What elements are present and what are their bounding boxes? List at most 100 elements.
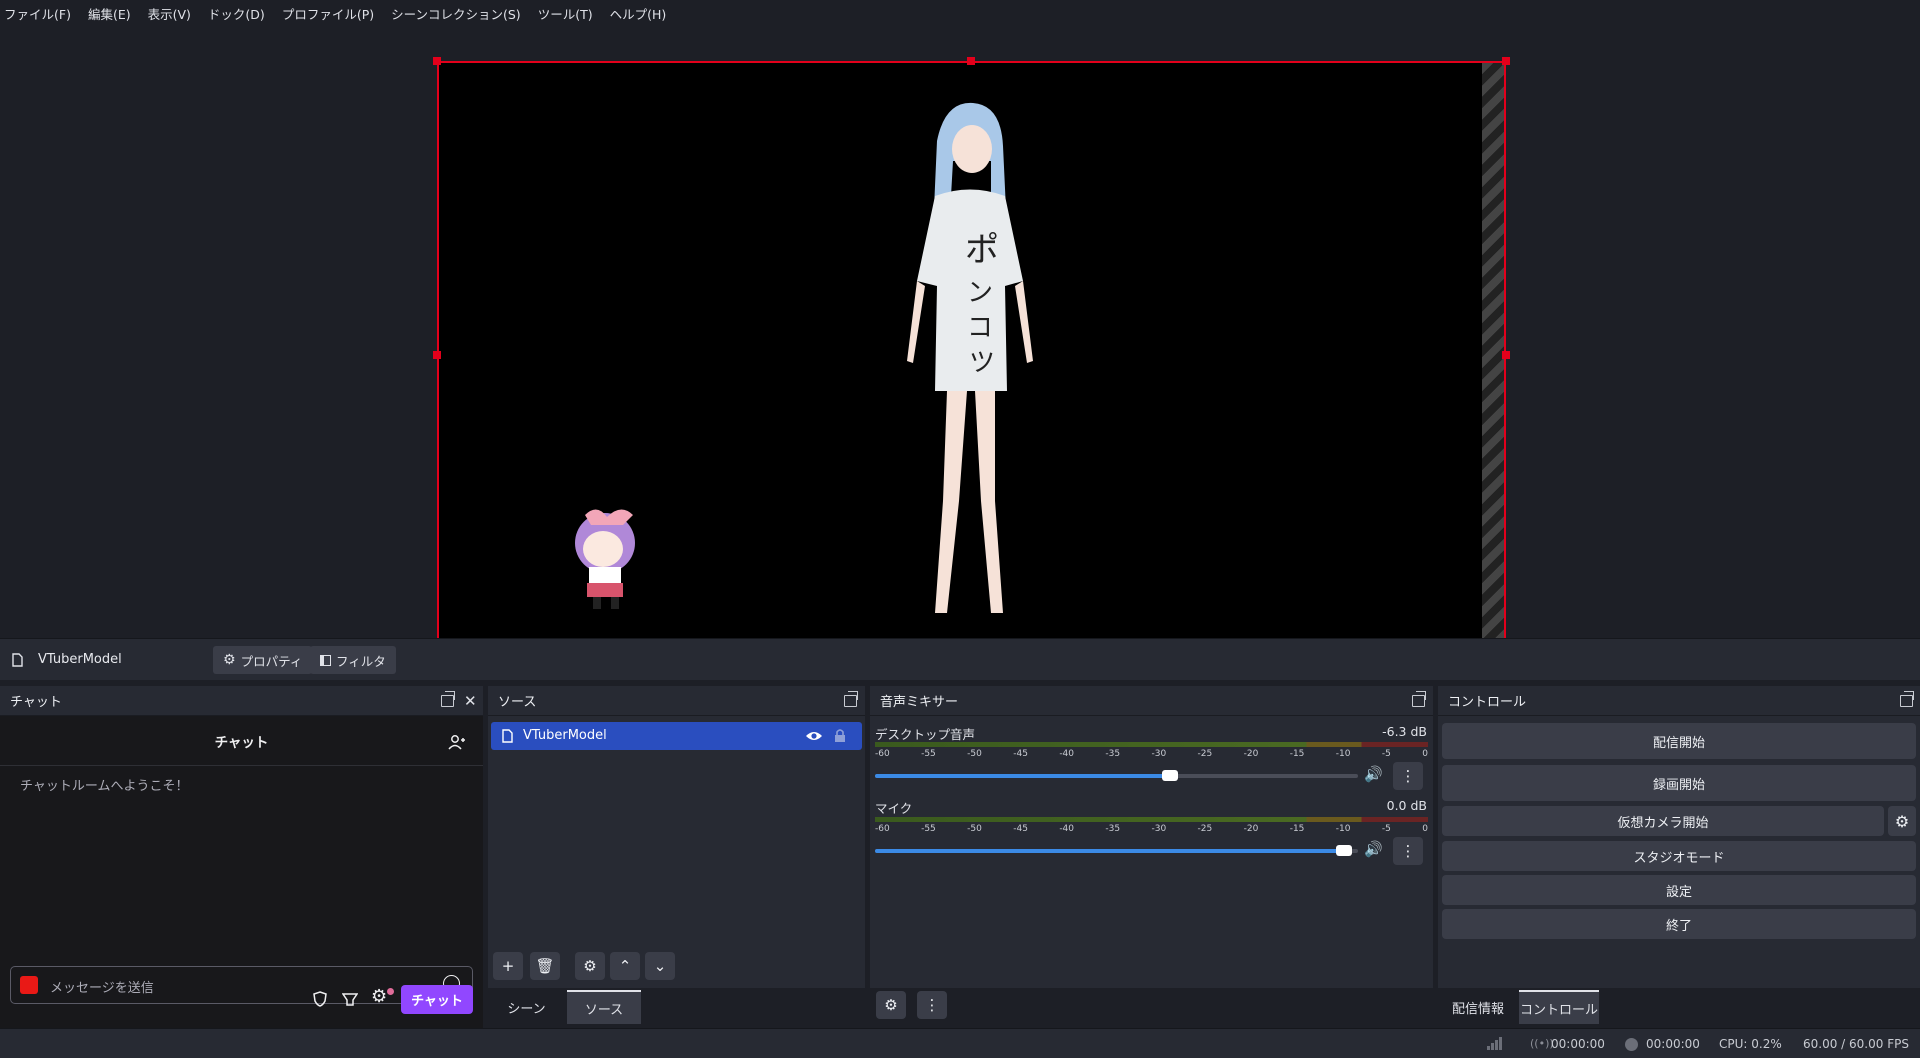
mic-volume-slider[interactable] [875, 845, 1358, 856]
resize-handle-tr[interactable] [1502, 57, 1510, 65]
desktop-audio-ticks: -60 -55 -50 -45 -40 -35 -30 -25 -20 -15 -10 -5 0 [875, 749, 1428, 759]
sources-dock: ソース VTuberModel + 🗑 ⚙ ⌃ ⌄ シーン ソース [488, 686, 865, 1028]
notification-dot [387, 988, 394, 995]
eye-icon[interactable] [805, 730, 823, 742]
desktop-audio-knob[interactable] [1161, 770, 1178, 781]
mixer-footer [870, 988, 1433, 1028]
menu-view[interactable]: 表示(V) [148, 4, 191, 23]
mic-menu-button[interactable]: ⋮ [1393, 837, 1423, 865]
record-icon [1625, 1038, 1638, 1051]
chat-dock-title-text: チャット [10, 695, 62, 710]
speaker-icon[interactable]: 🔊 [1364, 840, 1383, 858]
canvas-overflow-stripe [1482, 63, 1504, 647]
rewards-icon[interactable] [342, 992, 358, 1006]
status-bar: ((•)) 00:00:00 00:00:00 CPU: 0.2% 60.00 … [0, 1028, 1920, 1058]
preview-area[interactable]: ポ ン コ ツ [0, 26, 1920, 653]
settings-button[interactable]: 設定 [1442, 875, 1916, 905]
tab-scenes[interactable]: シーン [488, 990, 565, 1024]
more-vertical-icon: ⋮ [924, 996, 940, 1014]
mic-meter [875, 817, 1428, 822]
chat-welcome-message: チャットルームへようこそ！ [20, 779, 189, 794]
tab-stream-info[interactable]: 配信情報 [1438, 990, 1518, 1024]
menu-dock[interactable]: ドック(D) [208, 4, 265, 23]
mic-fill [875, 849, 1344, 853]
mic-name: マイク [875, 801, 913, 816]
undock-icon[interactable] [1900, 691, 1914, 707]
chevron-up-icon: ⌃ [618, 957, 632, 975]
mixer-dock-title: 音声ミキサー [870, 686, 1433, 716]
start-virtual-camera-button[interactable]: 仮想カメラ開始 [1442, 806, 1884, 836]
controls-dock-title-text: コントロール [1448, 695, 1527, 710]
desktop-audio-volume-slider[interactable] [875, 770, 1358, 781]
desktop-audio-meter [875, 742, 1428, 747]
chat-body: チャット チャットルームへようこそ！ メッセージを送信 [0, 716, 483, 1028]
studio-mode-button[interactable]: スタジオモード [1442, 841, 1916, 871]
svg-text:ポ: ポ [965, 230, 999, 270]
exit-button[interactable]: 終了 [1442, 909, 1916, 939]
sources-dock-title-text: ソース [498, 695, 537, 710]
source-toolbar: VTuberModel ⚙ プロパティ フィルタ [0, 638, 1920, 680]
lock-icon[interactable] [834, 728, 846, 743]
source-properties-button[interactable]: ⚙ [575, 952, 605, 980]
sources-dock-title: ソース [488, 686, 865, 716]
shield-icon[interactable] [313, 991, 327, 1007]
chat-send-button[interactable]: チャット [401, 985, 473, 1014]
undock-icon[interactable] [844, 691, 858, 707]
undock-icon[interactable] [441, 691, 455, 707]
source-item[interactable]: VTuberModel [491, 722, 862, 750]
chat-settings-icon[interactable]: ⚙ [371, 986, 387, 1007]
start-streaming-button[interactable]: 配信開始 [1442, 723, 1916, 759]
resize-handle-r[interactable] [1502, 351, 1510, 359]
resize-handle-l[interactable] [433, 351, 441, 359]
vtuber-avatar[interactable]: ポ ン コ ツ [895, 101, 1045, 619]
stream-time: 00:00:00 [1551, 1037, 1605, 1051]
record-time: 00:00:00 [1646, 1037, 1700, 1051]
move-down-button[interactable]: ⌄ [645, 952, 675, 980]
undock-icon[interactable] [1412, 691, 1426, 707]
fps-counter: 60.00 / 60.00 FPS [1803, 1037, 1909, 1051]
menu-edit[interactable]: 編集(E) [88, 4, 131, 23]
chibi-character[interactable] [567, 503, 647, 613]
mixer-settings-button[interactable]: ⚙ [876, 991, 906, 1019]
file-icon [502, 729, 513, 743]
resize-handle-tl[interactable] [433, 57, 441, 65]
resize-handle-t[interactable] [967, 57, 975, 65]
tab-sources[interactable]: ソース [567, 990, 641, 1024]
menu-profile[interactable]: プロファイル(P) [282, 4, 374, 23]
controls-dock: コントロール 配信開始 録画開始 仮想カメラ開始 ⚙ スタジオモード 設定 終了… [1438, 686, 1920, 1028]
properties-label: プロパティ [240, 653, 303, 669]
menu-scene-collection[interactable]: シーンコレクション(S) [391, 4, 521, 23]
speaker-icon[interactable]: 🔊 [1364, 765, 1383, 783]
add-source-button[interactable]: + [493, 952, 523, 980]
plus-icon: + [501, 957, 515, 975]
mic-ticks: -60 -55 -50 -45 -40 -35 -30 -25 -20 -15 -10 -5 0 [875, 824, 1428, 834]
menu-file[interactable]: ファイル(F) [4, 4, 71, 23]
desktop-audio-name: デスクトップ音声 [875, 727, 976, 742]
remove-source-button[interactable]: 🗑 [530, 952, 560, 980]
preview-canvas[interactable]: ポ ン コ ツ [437, 61, 1506, 649]
virtual-camera-settings-button[interactable]: ⚙ [1888, 806, 1916, 836]
filters-button[interactable]: フィルタ [310, 646, 396, 674]
desktop-audio-menu-button[interactable]: ⋮ [1393, 762, 1423, 790]
menu-help[interactable]: ヘルプ(H) [610, 4, 667, 23]
start-recording-button[interactable]: 録画開始 [1442, 765, 1916, 801]
menu-tools[interactable]: ツール(T) [538, 4, 593, 23]
menu-bar: ファイル(F) 編集(E) 表示(V) ドック(D) プロファイル(P) シーン… [0, 0, 1920, 26]
mic-db: 0.0 dB [1386, 798, 1427, 813]
move-up-button[interactable]: ⌃ [610, 952, 640, 980]
svg-text:ン: ン [967, 278, 993, 308]
camera-icon [20, 976, 38, 994]
users-icon[interactable] [448, 734, 466, 750]
desktop-audio-db: -6.3 dB [1382, 724, 1427, 739]
mic-knob[interactable] [1335, 845, 1352, 856]
close-icon[interactable]: ✕ [464, 692, 477, 710]
tab-controls[interactable]: コントロール [1519, 990, 1599, 1024]
svg-text:コ: コ [967, 313, 993, 343]
more-vertical-icon: ⋮ [1400, 767, 1416, 785]
mixer-menu-button[interactable]: ⋮ [917, 991, 947, 1019]
selected-source-name: VTuberModel [38, 652, 122, 667]
file-icon [12, 653, 23, 667]
cpu-usage: CPU: 0.2% [1719, 1037, 1782, 1051]
properties-button[interactable]: ⚙ プロパティ [213, 646, 313, 674]
desktop-audio-fill [875, 774, 1170, 778]
